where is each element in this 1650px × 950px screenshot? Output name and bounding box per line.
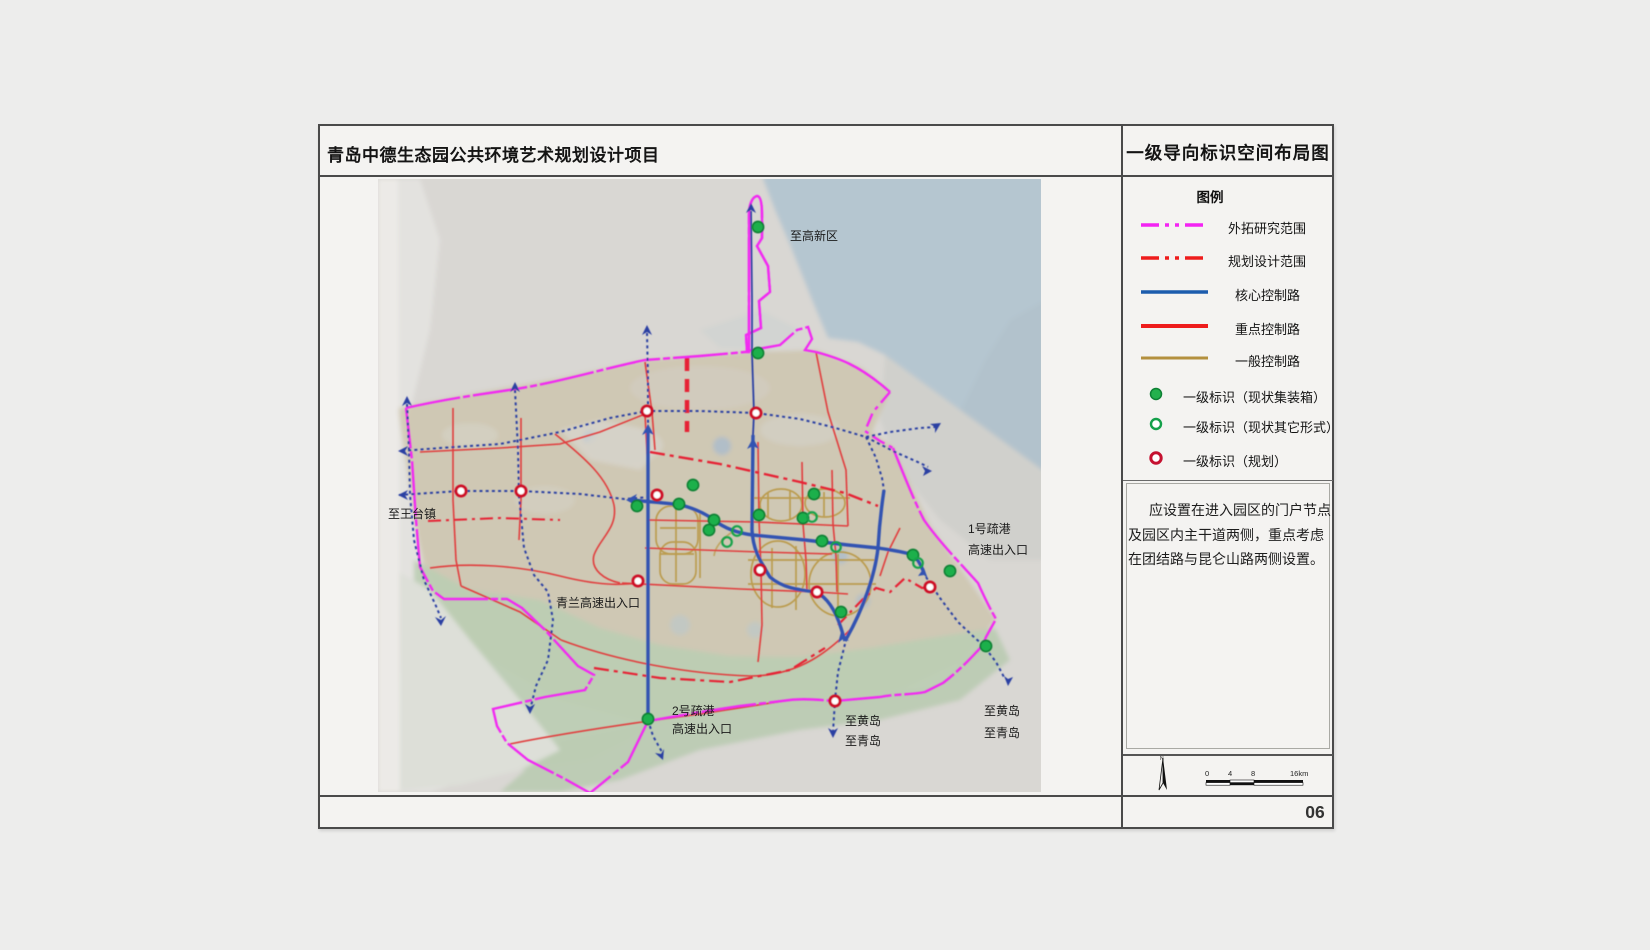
svg-text:8: 8 (1251, 769, 1255, 778)
svg-text:高速出入口: 高速出入口 (672, 721, 732, 736)
svg-text:2号疏港: 2号疏港 (672, 703, 715, 718)
svg-text:青兰高速出入口: 青兰高速出入口 (556, 595, 640, 610)
svg-text:至黄岛: 至黄岛 (984, 703, 1020, 718)
svg-text:至青岛: 至青岛 (845, 733, 881, 748)
svg-text:至黄岛: 至黄岛 (845, 713, 881, 728)
svg-text:高速出入口: 高速出入口 (968, 542, 1028, 557)
svg-text:N: N (1160, 756, 1164, 762)
svg-text:至王台镇: 至王台镇 (388, 506, 436, 521)
svg-text:0: 0 (1205, 769, 1209, 778)
svg-text:至青岛: 至青岛 (984, 725, 1020, 740)
svg-text:至高新区: 至高新区 (790, 228, 838, 243)
svg-text:1号疏港: 1号疏港 (968, 521, 1011, 536)
svg-text:4: 4 (1228, 769, 1232, 778)
svg-text:16km: 16km (1290, 769, 1308, 778)
